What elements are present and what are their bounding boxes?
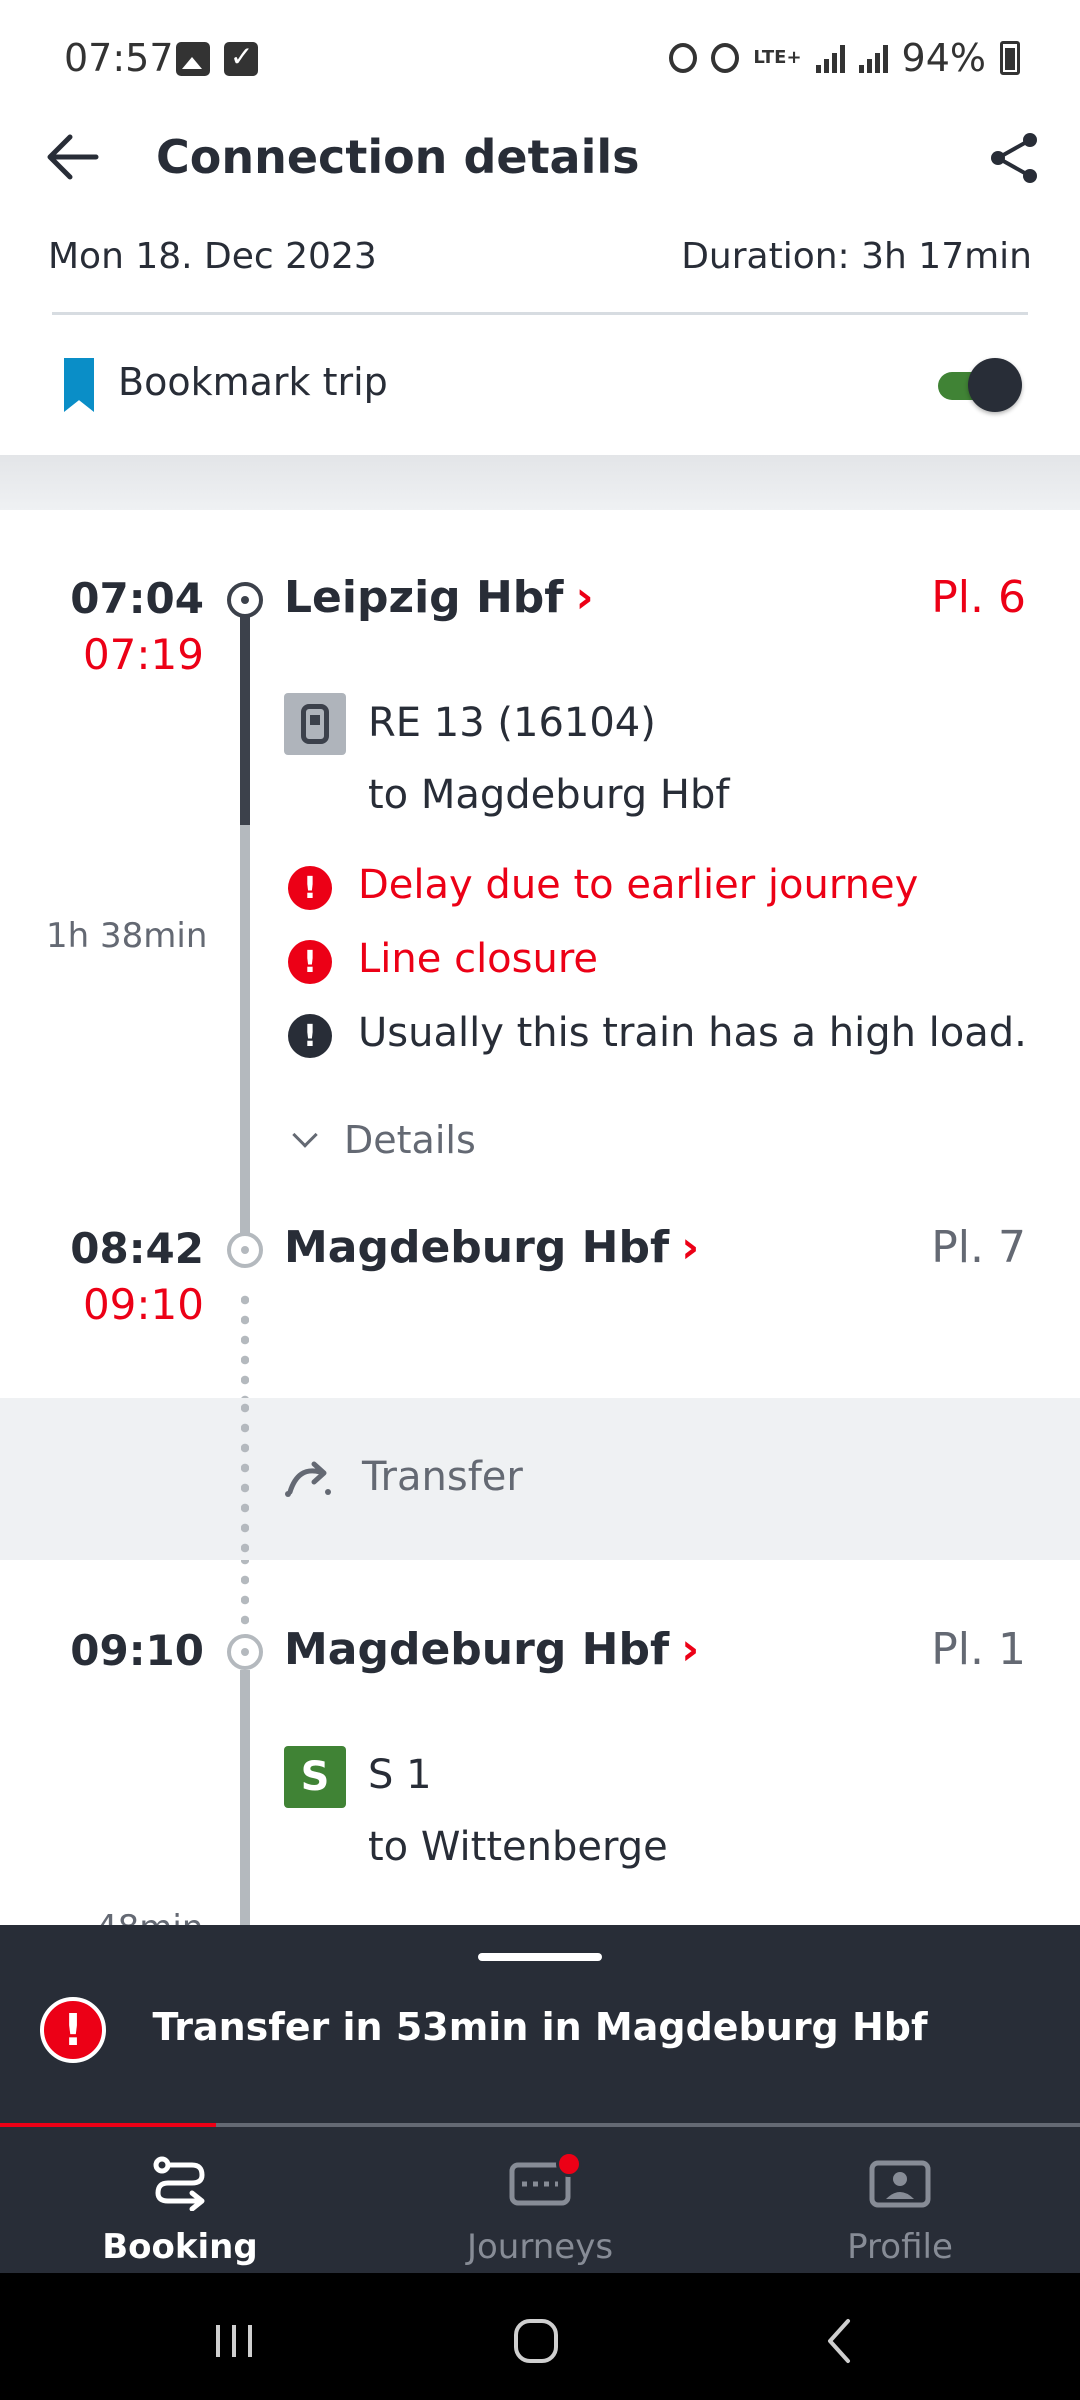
trip-date: Mon 18. Dec 2023 bbox=[48, 236, 377, 277]
leg2-destination: to Wittenberge bbox=[368, 1824, 668, 1870]
message-delay: Delay due to earlier journey bbox=[358, 862, 919, 908]
bookmark-icon bbox=[64, 358, 94, 412]
sheet-drag-handle[interactable] bbox=[478, 1953, 602, 1961]
stop3-station-link[interactable]: Magdeburg Hbf › bbox=[284, 1624, 699, 1675]
chevron-down-icon bbox=[292, 1122, 318, 1148]
transfer-walk-icon bbox=[285, 1461, 331, 1497]
route-icon bbox=[153, 2156, 205, 2211]
leg2-duration: 48min bbox=[96, 1908, 203, 1925]
message-high-load: Usually this train has a high load. bbox=[358, 1010, 1027, 1056]
details-toggle[interactable]: Details bbox=[292, 1118, 476, 1162]
status-time: 07:57 bbox=[64, 36, 174, 80]
transfer-dotted-line-overlay bbox=[241, 1398, 249, 1560]
leg2-line-name: S 1 bbox=[368, 1752, 432, 1798]
details-label: Details bbox=[344, 1118, 476, 1162]
transfer-label: Transfer bbox=[362, 1454, 523, 1500]
status-notification-icons bbox=[176, 40, 258, 76]
stop1-station-link[interactable]: Leipzig Hbf › bbox=[284, 572, 594, 623]
recent-apps-icon[interactable] bbox=[204, 2311, 264, 2371]
share-button[interactable] bbox=[984, 128, 1044, 188]
status-system-icons: LTE+ 94% bbox=[669, 36, 1020, 80]
bookmark-label: Bookmark trip bbox=[118, 360, 388, 404]
progress-line bbox=[240, 600, 250, 825]
transfer-alert-sheet[interactable]: ! Transfer in 53min in Magdeburg Hbf bbox=[0, 1925, 1080, 2123]
lte-icon: LTE+ bbox=[753, 47, 802, 68]
leg2-line bbox=[240, 1670, 250, 1925]
status-bar: 07:57 LTE+ 94% bbox=[0, 0, 1080, 120]
info-icon: ! bbox=[288, 1014, 332, 1058]
bookmark-row: Bookmark trip bbox=[0, 330, 1080, 440]
s-bahn-icon: S bbox=[284, 1746, 346, 1808]
leg1-line bbox=[240, 825, 250, 1245]
leg1-destination: to Magdeburg Hbf bbox=[368, 772, 730, 818]
home-icon[interactable] bbox=[506, 2311, 566, 2371]
system-navigation-bar bbox=[0, 2273, 1080, 2400]
signal-icon-2 bbox=[858, 43, 888, 73]
stop2-scheduled-time: 08:42 bbox=[70, 1224, 204, 1273]
chevron-right-icon: › bbox=[575, 572, 594, 623]
notification-badge bbox=[556, 2151, 582, 2177]
nav-label-profile: Profile bbox=[847, 2227, 953, 2267]
trip-duration: Duration: 3h 17min bbox=[681, 236, 1032, 277]
leg1-duration: 1h 38min bbox=[46, 916, 208, 956]
toggle-thumb bbox=[968, 358, 1022, 412]
stop3-marker bbox=[227, 1634, 263, 1670]
bottom-navigation: Booking Journeys Profile bbox=[0, 2123, 1080, 2273]
transfer-alert-text: Transfer in 53min in Magdeburg Hbf bbox=[152, 2005, 928, 2049]
header-divider bbox=[52, 312, 1028, 315]
regional-train-icon bbox=[284, 693, 346, 755]
profile-icon bbox=[869, 2160, 931, 2208]
signal-icon-1 bbox=[815, 43, 845, 73]
checkbox-notification-icon bbox=[224, 40, 258, 76]
nav-item-journeys[interactable]: Journeys bbox=[360, 2147, 720, 2277]
arrow-left-icon bbox=[47, 134, 99, 180]
nav-item-profile[interactable]: Profile bbox=[720, 2147, 1080, 2277]
stop1-platform: Pl. 6 bbox=[931, 572, 1026, 623]
battery-percent: 94% bbox=[901, 36, 986, 80]
recycle-icon bbox=[669, 43, 698, 73]
nav-active-indicator bbox=[0, 2123, 216, 2127]
stop1-station-name: Leipzig Hbf bbox=[284, 572, 564, 623]
stop2-real-time: 09:10 bbox=[82, 1280, 204, 1329]
share-icon bbox=[991, 133, 1037, 183]
page-title: Connection details bbox=[156, 130, 640, 184]
warning-icon: ! bbox=[288, 866, 332, 910]
back-button[interactable] bbox=[40, 125, 104, 189]
section-separator bbox=[0, 455, 1080, 510]
nav-item-booking[interactable]: Booking bbox=[0, 2147, 360, 2277]
stop1-scheduled-time: 07:04 bbox=[70, 574, 204, 623]
leg1-line-name: RE 13 (16104) bbox=[368, 700, 656, 746]
gallery-notification-icon bbox=[176, 42, 210, 76]
stop2-station-link[interactable]: Magdeburg Hbf › bbox=[284, 1222, 699, 1273]
journey-timeline: 07:04 07:19 Leipzig Hbf › Pl. 6 RE 13 (16… bbox=[0, 510, 1080, 1925]
stop3-scheduled-time: 09:10 bbox=[70, 1626, 204, 1675]
stop2-platform: Pl. 7 bbox=[931, 1222, 1026, 1273]
message-line-closure: Line closure bbox=[358, 936, 599, 982]
stop1-marker bbox=[227, 582, 263, 618]
stop2-marker bbox=[227, 1232, 263, 1268]
stop3-platform: Pl. 1 bbox=[931, 1624, 1026, 1675]
stop1-real-time: 07:19 bbox=[82, 630, 204, 679]
back-nav-icon[interactable] bbox=[810, 2311, 870, 2371]
train-icon-glyph bbox=[301, 704, 329, 744]
bookmark-toggle[interactable] bbox=[938, 358, 1022, 412]
stop2-station-name: Magdeburg Hbf bbox=[284, 1222, 670, 1273]
stop3-station-name: Magdeburg Hbf bbox=[284, 1624, 670, 1675]
alarm-icon bbox=[711, 43, 740, 73]
nav-label-booking: Booking bbox=[102, 2227, 258, 2267]
transfer-section bbox=[0, 1398, 1080, 1560]
chevron-right-icon: › bbox=[681, 1222, 700, 1273]
battery-icon bbox=[1000, 41, 1020, 75]
nav-label-journeys: Journeys bbox=[466, 2227, 614, 2267]
chevron-right-icon: › bbox=[681, 1624, 700, 1675]
warning-icon: ! bbox=[288, 940, 332, 984]
